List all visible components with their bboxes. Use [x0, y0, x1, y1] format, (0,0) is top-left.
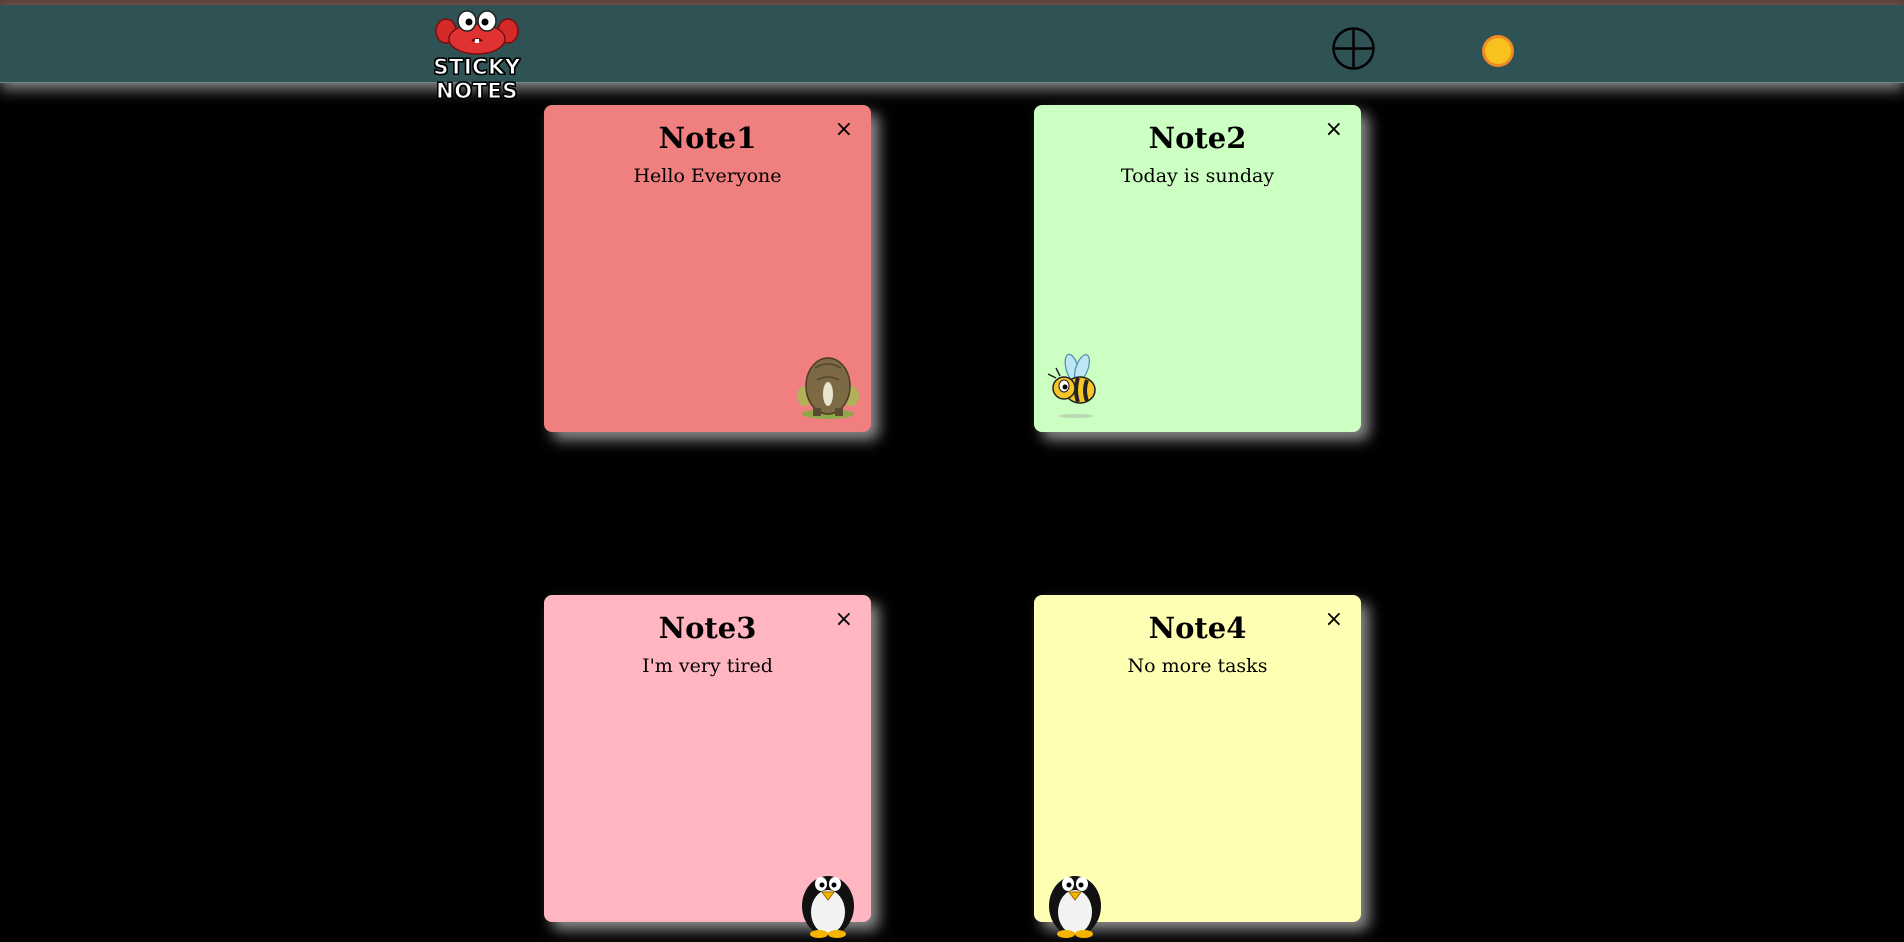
note-title: Note4 [1148, 611, 1247, 645]
note-title: Note3 [658, 611, 757, 645]
close-icon[interactable]: × [1325, 609, 1343, 631]
note-card[interactable]: Note4 No more tasks × [1034, 595, 1361, 938]
penguin-icon [1042, 864, 1108, 942]
plus-circle-icon [1332, 27, 1375, 70]
note-title: Note1 [658, 121, 757, 155]
close-icon[interactable]: × [835, 119, 853, 141]
theme-toggle-button[interactable] [1480, 33, 1516, 69]
note-title: Note2 [1148, 121, 1247, 155]
note-card[interactable]: Note3 I'm very tired × [544, 595, 871, 938]
elephant-icon [795, 352, 861, 424]
note-body[interactable]: Hello Everyone [544, 165, 871, 187]
note-body[interactable]: Today is sunday [1034, 165, 1361, 187]
sun-icon [1482, 35, 1514, 67]
penguin-icon [795, 864, 861, 942]
note-card[interactable]: Note1 Hello Everyone × [544, 105, 871, 432]
note-body[interactable]: No more tasks [1034, 655, 1361, 677]
close-icon[interactable]: × [1325, 119, 1343, 141]
app-logo[interactable]: STICKY NOTES [392, 5, 562, 104]
note-card[interactable]: Note2 Today is sunday × [1034, 105, 1361, 432]
app-title: STICKY NOTES [433, 55, 521, 104]
bee-icon [1042, 352, 1108, 424]
note-body[interactable]: I'm very tired [544, 655, 871, 677]
crab-icon [434, 7, 520, 61]
add-note-button[interactable] [1331, 26, 1376, 71]
close-icon[interactable]: × [835, 609, 853, 631]
app-header: STICKY NOTES [0, 5, 1904, 104]
